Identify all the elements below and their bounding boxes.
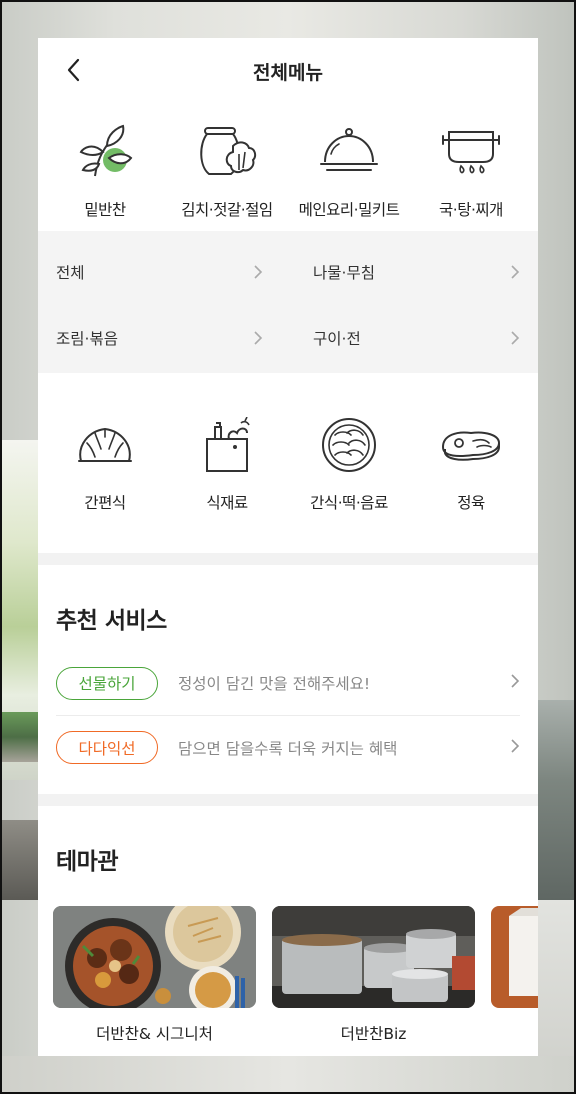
chevron-right-icon bbox=[511, 264, 520, 279]
dumpling-icon bbox=[73, 415, 137, 475]
recommend-section: 추천 서비스 선물하기 정성이 담긴 맛을 전해주세요! 다다익선 담으면 담을… bbox=[38, 565, 538, 794]
category-label: 식재료 bbox=[206, 494, 248, 512]
section-divider bbox=[38, 794, 538, 806]
background-shelf-right bbox=[538, 700, 574, 900]
herb-sprout-icon bbox=[73, 120, 137, 180]
category-main-dish[interactable]: 메인요리·밀키트 bbox=[288, 120, 410, 231]
category-meat[interactable]: 정육 bbox=[410, 415, 532, 553]
gift-badge-label: 선물하기 bbox=[78, 675, 136, 693]
section-divider bbox=[38, 553, 538, 565]
service-description: 정성이 담긴 맛을 전해주세요! bbox=[178, 675, 371, 693]
theme-carousel[interactable]: 더반찬& 시그니처 더반찬Biz bbox=[38, 906, 538, 1044]
page-title: 전체메뉴 bbox=[253, 62, 323, 84]
category-soup[interactable]: 국·탕·찌개 bbox=[410, 120, 532, 231]
category-ingredients[interactable]: 식재료 bbox=[166, 415, 288, 553]
submenu-item-label: 구이·전 bbox=[313, 329, 361, 348]
category-snacks[interactable]: 간식·떡·음료 bbox=[288, 415, 410, 553]
recommend-title: 추천 서비스 bbox=[56, 608, 167, 634]
soup-pot-icon bbox=[439, 120, 503, 180]
submenu-item-label: 조림·볶음 bbox=[56, 329, 118, 348]
submenu-item-braised[interactable]: 조림·볶음 bbox=[56, 307, 263, 368]
gift-badge: 선물하기 bbox=[56, 666, 158, 700]
chevron-right-icon bbox=[511, 674, 520, 688]
header: 전체메뉴 bbox=[38, 38, 538, 104]
theme-card-biz[interactable]: 더반찬Biz bbox=[272, 906, 475, 1044]
theme-card-next[interactable] bbox=[491, 906, 538, 1044]
chevron-right-icon bbox=[511, 739, 520, 753]
grocery-bag-icon bbox=[195, 415, 259, 475]
theme-image-food bbox=[53, 906, 256, 1008]
chevron-right-icon bbox=[511, 330, 520, 345]
theme-card-signature[interactable]: 더반찬& 시그니처 bbox=[53, 906, 256, 1044]
service-bulk[interactable]: 다다익선 담으면 담을수록 더욱 커지는 혜택 bbox=[56, 715, 520, 779]
rice-cake-plate-icon bbox=[317, 415, 381, 475]
bulk-badge: 다다익선 bbox=[56, 731, 158, 764]
submenu-item-namul[interactable]: 나물·무침 bbox=[313, 241, 520, 302]
cloche-dish-icon bbox=[317, 120, 381, 180]
category-label: 간편식 bbox=[84, 494, 126, 512]
full-menu-panel: 전체메뉴 밑반찬 김치·젓갈·절임 메인요리·밀키트 국·탕·찌개 전체 나물·… bbox=[38, 38, 538, 1056]
theme-image-partial bbox=[491, 906, 538, 1008]
background-wall-right bbox=[538, 900, 574, 1080]
service-gift[interactable]: 선물하기 정성이 담긴 맛을 전해주세요! bbox=[56, 651, 520, 715]
bulk-badge-label: 다다익선 bbox=[78, 739, 136, 758]
chevron-right-icon bbox=[254, 264, 263, 279]
theme-card-label: 더반찬& 시그니처 bbox=[96, 1025, 213, 1043]
category-kimchi[interactable]: 김치·젓갈·절임 bbox=[166, 120, 288, 231]
category-label: 밑반찬 bbox=[84, 201, 126, 219]
submenu-panel: 전체 나물·무침 조림·볶음 구이·전 bbox=[38, 231, 538, 373]
submenu-item-grilled[interactable]: 구이·전 bbox=[313, 307, 520, 368]
submenu-item-label: 나물·무침 bbox=[313, 263, 375, 282]
background-cabinet-left bbox=[2, 820, 38, 900]
category-row-top: 밑반찬 김치·젓갈·절임 메인요리·밀키트 국·탕·찌개 bbox=[38, 104, 538, 231]
background-floor bbox=[2, 1056, 574, 1092]
theme-title: 테마관 bbox=[56, 849, 118, 875]
submenu-item-label: 전체 bbox=[56, 263, 85, 282]
theme-image-kitchen bbox=[272, 906, 475, 1008]
category-label: 김치·젓갈·절임 bbox=[181, 201, 273, 219]
category-label: 정육 bbox=[457, 494, 485, 512]
category-label: 메인요리·밀키트 bbox=[298, 201, 400, 219]
theme-card-label: 더반찬Biz bbox=[340, 1025, 407, 1043]
kimchi-jar-icon bbox=[195, 120, 259, 180]
category-label: 간식·떡·음료 bbox=[310, 494, 388, 512]
submenu-item-all[interactable]: 전체 bbox=[56, 241, 263, 302]
steak-icon bbox=[439, 415, 503, 475]
category-label: 국·탕·찌개 bbox=[439, 201, 503, 219]
theme-section: 테마관 bbox=[38, 806, 538, 906]
chevron-right-icon bbox=[254, 330, 263, 345]
category-convenience[interactable]: 간편식 bbox=[44, 415, 166, 553]
category-side-dish[interactable]: 밑반찬 bbox=[44, 120, 166, 231]
service-description: 담으면 담을수록 더욱 커지는 혜택 bbox=[178, 739, 398, 758]
category-row-bottom: 간편식 식재료 간식·떡·음료 정육 bbox=[38, 373, 538, 553]
background-shelf-left bbox=[2, 712, 38, 762]
